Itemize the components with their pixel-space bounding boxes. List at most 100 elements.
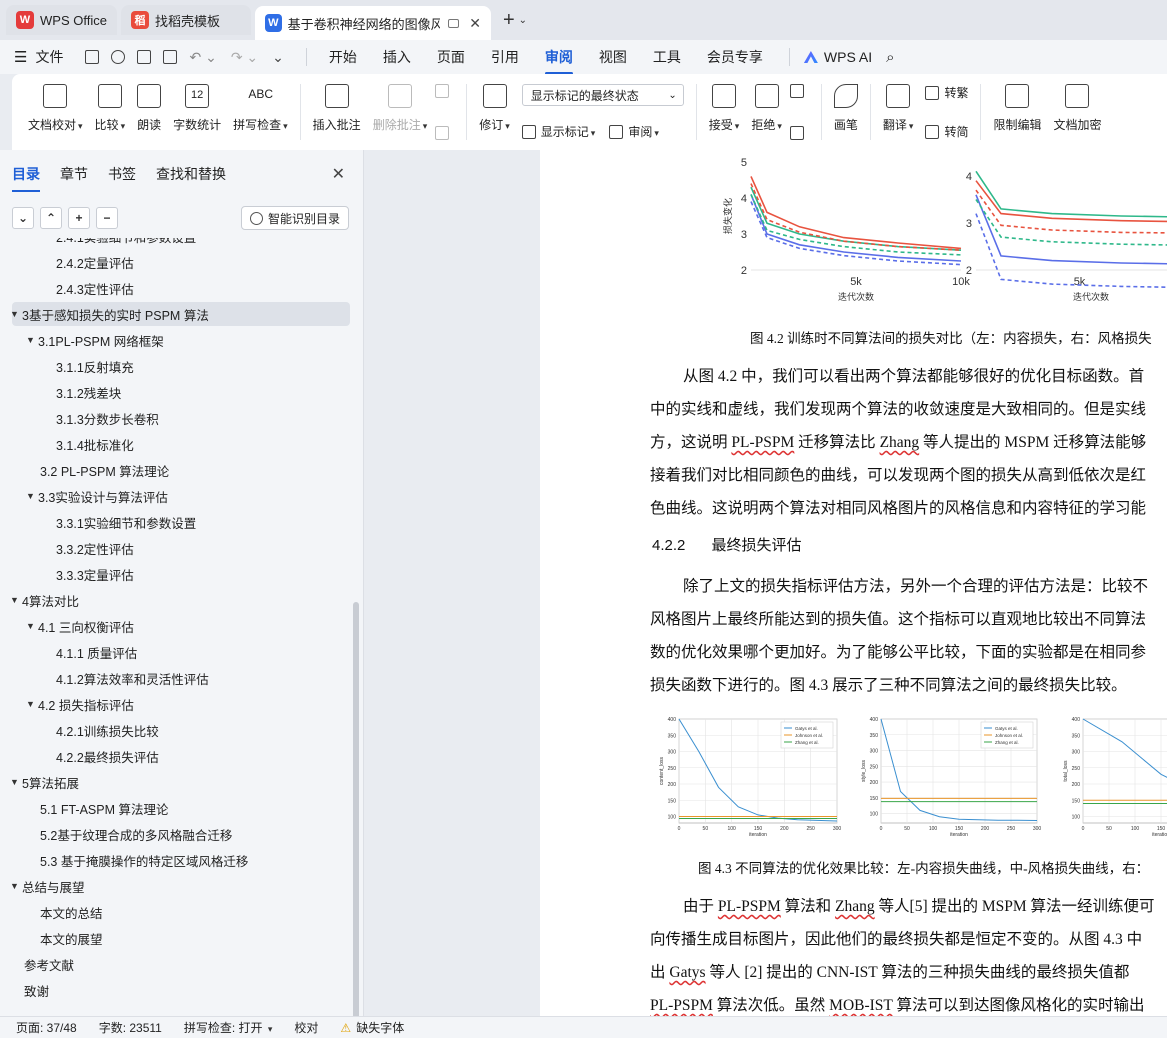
toc-item[interactable]: 3.3.2定性评估	[12, 536, 350, 560]
revise-button[interactable]: 修订 ▾	[479, 84, 510, 133]
toc-item[interactable]: ▼ 4.2 损失指标评估	[12, 692, 350, 716]
menu-item-member[interactable]: 会员专享	[707, 47, 763, 67]
scrollbar[interactable]	[353, 602, 359, 1020]
expand-triangle-icon[interactable]: ▼	[10, 881, 22, 891]
wps-ai-button[interactable]: WPS AI	[803, 49, 872, 65]
smart-toc-button[interactable]: 智能识别目录	[240, 206, 349, 230]
tab-toc[interactable]: 目录	[12, 164, 40, 192]
toc-item[interactable]: 5.2基于纹理合成的多风格融合迁移	[12, 822, 350, 846]
menu-item-review[interactable]: 审阅	[544, 47, 573, 75]
word-count-button[interactable]: 12 字数统计	[173, 84, 221, 133]
spell-check-status[interactable]: 拼写检查: 打开 ▾	[184, 1019, 273, 1036]
toc-item[interactable]: 3.3.3定量评估	[12, 562, 350, 586]
to-simplified-button[interactable]: 转简	[925, 123, 968, 140]
encrypt-button[interactable]: 文档加密	[1053, 84, 1101, 133]
more-chevron-icon[interactable]: ⌄	[272, 49, 284, 66]
toc-item[interactable]: 3.1.3分数步长卷积	[12, 406, 350, 430]
toc-item[interactable]: 2.4.3定性评估	[12, 276, 350, 300]
tab-find-replace[interactable]: 查找和替换	[156, 164, 226, 184]
toc-item[interactable]: 4.1.1 质量评估	[12, 640, 350, 664]
toc-item[interactable]: 2.4.1实验细节和参数设置	[12, 238, 350, 248]
toc-item[interactable]: ▼ 3.3实验设计与算法评估	[12, 484, 350, 508]
redo-icon[interactable]: ↷ ⌄	[231, 49, 258, 66]
expand-triangle-icon[interactable]: ▼	[26, 699, 38, 709]
print-preview-icon[interactable]	[163, 50, 178, 64]
toc-item[interactable]: 3.1.4批标准化	[12, 432, 350, 456]
menu-item-tools[interactable]: 工具	[653, 47, 681, 67]
reject-button[interactable]: 拒绝 ▾	[751, 84, 782, 133]
markup-state-select[interactable]: 显示标记的最终状态 ⌄	[521, 84, 684, 106]
remove-heading-button[interactable]: −	[96, 207, 118, 229]
file-menu[interactable]: ☰ 文件	[14, 47, 63, 67]
new-tab-plus-icon[interactable]: +	[503, 9, 515, 32]
toc-item[interactable]: ▼ 4.1 三向权衡评估	[12, 614, 350, 638]
toc-item[interactable]: ▼ 4算法对比	[10, 588, 350, 612]
expand-triangle-icon[interactable]: ▼	[26, 335, 38, 345]
proofread-status[interactable]: 校对	[294, 1019, 318, 1036]
toc-item[interactable]: 5.3 基于掩膜操作的特定区域风格迁移	[12, 848, 350, 872]
toc-item[interactable]: 4.1.2算法效率和灵活性评估	[12, 666, 350, 690]
next-revision-icon[interactable]	[789, 126, 804, 140]
menu-item-page[interactable]: 页面	[437, 47, 465, 67]
window-mode-icon[interactable]	[447, 18, 460, 28]
expand-down-button[interactable]: ⌄	[12, 207, 34, 229]
toc-item[interactable]: ▼ 5算法拓展	[10, 770, 350, 794]
pen-button[interactable]: 画笔	[833, 84, 858, 133]
toc-item[interactable]: 4.2.2最终损失评估	[12, 744, 350, 768]
previous-comment-icon[interactable]	[435, 84, 450, 98]
search-icon[interactable]: ⌕	[886, 49, 894, 66]
translate-button[interactable]: 翻译 ▾	[883, 84, 913, 133]
document-page[interactable]: 2 3 4 5 5k 10k 迭代次数 损失变化 2 3 4 5k 迭代次数 图 4.2 训练时不同算法…	[540, 150, 1167, 1016]
review-pane-button[interactable]: 审阅 ▾	[628, 123, 659, 140]
toc-item[interactable]: ▼ 3基于感知损失的实时 PSPM 算法	[10, 302, 350, 326]
toc-item[interactable]: 3.2 PL-PSPM 算法理论	[12, 458, 350, 482]
compare-button[interactable]: 比较 ▾	[95, 84, 125, 133]
close-icon[interactable]: ✕	[469, 15, 481, 32]
accept-button[interactable]: 接受 ▾	[709, 84, 739, 133]
to-traditional-button[interactable]: 转繁	[925, 84, 968, 101]
tab-docer[interactable]: 稻 找稻壳模板	[120, 5, 251, 35]
chevron-down-icon[interactable]: ⌄	[519, 15, 527, 26]
toc-item[interactable]: ▼ 总结与展望	[10, 874, 350, 898]
menu-item-reference[interactable]: 引用	[491, 47, 519, 67]
read-aloud-button[interactable]: 朗读	[137, 84, 161, 133]
tab-chapters[interactable]: 章节	[60, 164, 88, 184]
doc-check-button[interactable]: 文档校对 ▾	[28, 84, 83, 133]
previous-revision-icon[interactable]	[789, 84, 804, 98]
menu-item-view[interactable]: 视图	[599, 47, 627, 67]
add-heading-button[interactable]: +	[68, 207, 90, 229]
menu-item-insert[interactable]: 插入	[383, 47, 411, 67]
tab-document[interactable]: W 基于卷积神经网络的图像风格 ✕	[254, 6, 491, 40]
expand-triangle-icon[interactable]: ▼	[26, 491, 38, 501]
missing-font-status[interactable]: ⚠ 缺失字体	[340, 1019, 404, 1036]
delete-comment-button[interactable]: 删除批注 ▾	[373, 84, 427, 133]
next-comment-icon[interactable]	[435, 126, 450, 140]
restrict-edit-button[interactable]: 限制编辑	[993, 84, 1041, 133]
toc-item[interactable]: 3.3.1实验细节和参数设置	[12, 510, 350, 534]
toc-item[interactable]: ▼ 3.1PL-PSPM 网络框架	[12, 328, 350, 352]
spell-check-button[interactable]: ABC 拼写检查 ▾	[233, 84, 288, 133]
expand-triangle-icon[interactable]: ▼	[10, 777, 22, 787]
word-count[interactable]: 字数: 23511	[99, 1019, 162, 1036]
menu-item-start[interactable]: 开始	[329, 47, 357, 67]
expand-triangle-icon[interactable]: ▼	[10, 309, 22, 319]
toc-item[interactable]: 本文的总结	[12, 900, 350, 924]
page-count[interactable]: 页面: 37/48	[16, 1019, 77, 1036]
toc-item[interactable]: 致谢	[12, 978, 350, 1000]
show-markup-button[interactable]: 显示标记 ▾	[541, 123, 596, 140]
undo-icon[interactable]: ↶ ⌄	[189, 49, 216, 66]
toc-item[interactable]: 本文的展望	[12, 926, 350, 950]
toc-item[interactable]: 参考文献	[12, 952, 350, 976]
share-icon[interactable]	[111, 50, 126, 64]
toc-item[interactable]: 5.1 FT-ASPM 算法理论	[12, 796, 350, 820]
tab-wps-office[interactable]: W WPS Office	[6, 5, 117, 35]
toc-item[interactable]: 4.2.1训练损失比较	[12, 718, 350, 742]
toc-item[interactable]: 2.4.2定量评估	[12, 250, 350, 274]
collapse-up-button[interactable]: ⌃	[40, 207, 62, 229]
toc-item[interactable]: 3.1.2残差块	[12, 380, 350, 404]
print-icon[interactable]	[137, 50, 152, 64]
insert-comment-button[interactable]: 插入批注	[313, 84, 361, 133]
expand-triangle-icon[interactable]: ▼	[26, 621, 38, 631]
tab-bookmarks[interactable]: 书签	[108, 164, 136, 184]
save-icon[interactable]	[85, 50, 100, 64]
